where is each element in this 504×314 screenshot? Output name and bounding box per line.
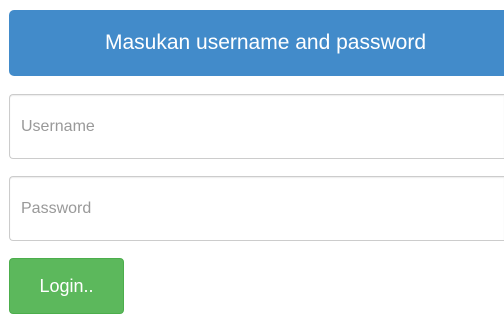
password-input[interactable] <box>9 176 504 241</box>
login-button[interactable]: Login.. <box>9 258 124 314</box>
login-header-banner: Masukan username and password <box>9 10 504 76</box>
username-input[interactable] <box>9 94 504 159</box>
